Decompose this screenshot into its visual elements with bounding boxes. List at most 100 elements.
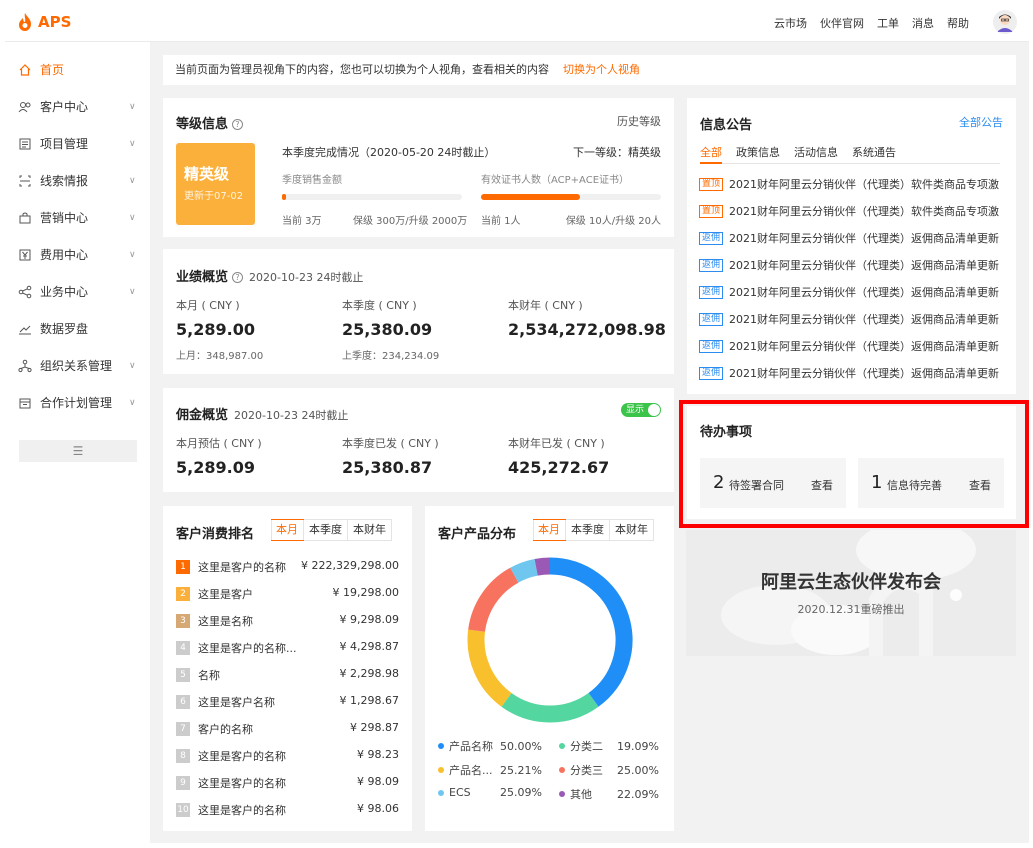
sidebar-item-projects[interactable]: 项目管理 ∨ — [5, 125, 150, 162]
tab-year[interactable]: 本财年 — [347, 520, 391, 540]
customer-name: 名称 — [198, 669, 220, 682]
customer-amount: ¥ 19,298.00 — [332, 586, 399, 599]
donut-slice-2[interactable] — [501, 692, 599, 723]
home-icon — [19, 63, 31, 76]
tab-quarter[interactable]: 本季度 — [303, 520, 347, 540]
table-row[interactable]: 10 这里是客户的名称 ¥ 98.06 — [176, 799, 399, 826]
nav-partner-site[interactable]: 伙伴官网 — [820, 15, 864, 31]
legend-name: 其他 — [570, 788, 592, 801]
nav-help[interactable]: 帮助 — [947, 15, 969, 31]
donut-slice-5[interactable] — [510, 558, 539, 583]
banner-title: 阿里云生态伙伴发布会 — [761, 572, 941, 593]
list-item[interactable]: 返佣 2021财年阿里云分销伙伴（代理类）返佣商品清单更新 — [699, 365, 999, 381]
top-bar: APS 云市场 伙伴官网 工单 消息 帮助 — [5, 4, 1029, 42]
list-item[interactable]: 返佣 2021财年阿里云分销伙伴（代理类）返佣商品清单更新 — [699, 338, 999, 354]
help-icon[interactable]: ? — [232, 272, 244, 283]
sidebar-item-label: 客户中心 — [40, 100, 89, 114]
legend-name: 产品名... — [449, 764, 493, 777]
sidebar-item-home[interactable]: 首页 — [5, 51, 150, 88]
sidebar-item-marketing[interactable]: 营销中心 ∨ — [5, 199, 150, 236]
app-logo[interactable]: APS — [18, 13, 71, 31]
level-card: 等级信息? 历史等级 精英级 更新于07-02 本季度完成情况（2020-05-… — [163, 98, 674, 237]
sidebar-item-leads[interactable]: 线索情报 ∨ — [5, 162, 150, 199]
last-quarter: 上季度：234,234.09 — [342, 351, 440, 362]
level-badge: 精英级 更新于07-02 — [176, 143, 255, 225]
all-news-link[interactable]: 全部公告 — [959, 114, 1003, 130]
rank-number: 9 — [176, 776, 190, 790]
tab-system[interactable]: 系统通告 — [852, 144, 896, 164]
tab-quarter[interactable]: 本季度 — [565, 520, 609, 540]
news-tag: 置顶 — [699, 177, 724, 191]
chevron-down-icon: ∨ — [129, 101, 136, 112]
tab-all[interactable]: 全部 — [700, 144, 722, 164]
sidebar-item-business[interactable]: 业务中心 ∨ — [5, 273, 150, 310]
badge-level: 精英级 — [184, 165, 230, 183]
chevron-down-icon: ∨ — [129, 360, 136, 371]
list-item[interactable]: 返佣 2021财年阿里云分销伙伴（代理类）返佣商品清单更新 — [699, 311, 999, 327]
calendar-icon — [19, 398, 31, 408]
legend-item: 产品名... 25.21% — [438, 762, 542, 778]
tab-month[interactable]: 本月 — [271, 519, 304, 541]
customer-name: 这里是客户的名称 — [198, 777, 286, 790]
commission-quarter-label: 本季度已发 ( CNY ) — [342, 437, 439, 450]
donut-slice-1[interactable] — [549, 557, 633, 707]
sidebar-item-data-compass[interactable]: 数据罗盘 — [5, 310, 150, 347]
document-icon — [19, 138, 31, 149]
share-icon — [18, 285, 32, 298]
donut-slice-6[interactable] — [534, 557, 551, 576]
table-row[interactable]: 8 这里是客户的名称 ¥ 98.23 — [176, 745, 399, 772]
list-item[interactable]: 置顶 2021财年阿里云分销伙伴（代理类）软件类商品专项激 — [699, 203, 999, 219]
tab-year[interactable]: 本财年 — [609, 520, 653, 540]
show-toggle[interactable]: 显示 — [621, 403, 661, 417]
legend-name: 分类三 — [570, 764, 603, 777]
tab-activity[interactable]: 活动信息 — [794, 144, 838, 164]
customer-amount: ¥ 98.06 — [357, 802, 399, 815]
donut-slice-3[interactable] — [467, 629, 512, 707]
news-title: 信息公告 — [700, 118, 753, 133]
product-donut-chart — [467, 557, 633, 723]
table-row[interactable]: 9 这里是客户的名称 ¥ 98.09 — [176, 772, 399, 799]
table-row[interactable]: 7 客户的名称 ¥ 298.87 — [176, 718, 399, 745]
table-row[interactable]: 2 这里是客户 ¥ 19,298.00 — [176, 583, 399, 610]
legend-pct: 22.09% — [617, 787, 659, 801]
table-row[interactable]: 4 这里是客户的名称... ¥ 4,298.87 — [176, 637, 399, 664]
list-item[interactable]: 置顶 2021财年阿里云分销伙伴（代理类）软件类商品专项激 — [699, 176, 999, 192]
donut-slice-4[interactable] — [468, 567, 519, 633]
chevron-down-icon: ∨ — [129, 286, 136, 297]
sidebar-item-organization[interactable]: 组织关系管理 ∨ — [5, 347, 150, 384]
nav-cloud-market[interactable]: 云市场 — [774, 15, 807, 31]
banner-date: 2020.12.31重磅推出 — [797, 603, 905, 616]
legend-item: ECS 25.09% — [438, 786, 542, 799]
rank-number: 4 — [176, 641, 190, 655]
nav-tickets[interactable]: 工单 — [877, 15, 899, 31]
event-banner[interactable]: 阿里云生态伙伴发布会 2020.12.31重磅推出 — [686, 530, 1016, 656]
legend-name: ECS — [449, 786, 471, 799]
table-row[interactable]: 3 这里是名称 ¥ 9,298.09 — [176, 610, 399, 637]
news-tabs: 全部 政策信息 活动信息 系统通告 — [700, 144, 1000, 164]
history-level-link[interactable]: 历史等级 — [617, 113, 661, 129]
level-title: 等级信息? — [176, 113, 244, 132]
sidebar-item-customers[interactable]: 客户中心 ∨ — [5, 88, 150, 125]
table-row[interactable]: 1 这里是客户的名称 ¥ 222,329,298.00 — [176, 556, 399, 583]
table-row[interactable]: 5 名称 ¥ 2,298.98 — [176, 664, 399, 691]
help-icon[interactable]: ? — [232, 119, 244, 130]
distribution-card: 客户产品分布 本月 本季度 本财年 产品名称 50.00% 分类二 19.09% 产品名… — [425, 506, 674, 831]
tab-policy[interactable]: 政策信息 — [736, 144, 780, 164]
bag-icon — [19, 212, 31, 223]
year-label: 本财年 ( CNY ) — [508, 299, 583, 312]
sidebar-item-billing[interactable]: 费用中心 ∨ — [5, 236, 150, 273]
list-item[interactable]: 返佣 2021财年阿里云分销伙伴（代理类）返佣商品清单更新 — [699, 257, 999, 273]
sidebar-item-partnership[interactable]: 合作计划管理 ∨ — [5, 384, 150, 421]
table-row[interactable]: 6 这里是客户名称 ¥ 1,298.67 — [176, 691, 399, 718]
tab-month[interactable]: 本月 — [533, 519, 566, 541]
list-item[interactable]: 返佣 2021财年阿里云分销伙伴（代理类）返佣商品清单更新 — [699, 284, 999, 300]
sidebar-collapse-button[interactable]: ☰ — [19, 440, 137, 462]
avatar[interactable] — [993, 10, 1017, 34]
nav-messages[interactable]: 消息 — [912, 15, 934, 31]
commission-date: 2020-10-23 24时截止 — [234, 409, 349, 422]
list-item[interactable]: 返佣 2021财年阿里云分销伙伴（代理类）返佣商品清单更新 — [699, 230, 999, 246]
news-text: 2021财年阿里云分销伙伴（代理类）软件类商品专项激 — [729, 205, 1000, 218]
next-level: 下一等级：精英级 — [573, 146, 661, 159]
switch-view-link[interactable]: 切换为个人视角 — [563, 63, 640, 76]
legend-name: 产品名称 — [449, 740, 493, 753]
